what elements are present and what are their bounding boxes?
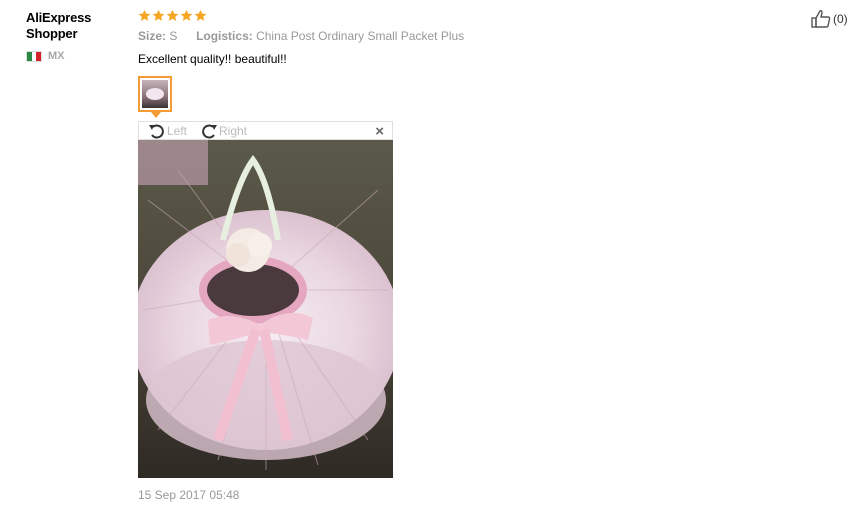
like-count: (0)	[833, 12, 848, 26]
reviewer-country: MX	[26, 50, 65, 62]
star-icon	[180, 9, 193, 21]
rotate-right-icon	[202, 124, 217, 139]
mexico-flag-icon	[26, 50, 42, 62]
like-button[interactable]: (0)	[810, 9, 848, 29]
photo-thumbnail[interactable]	[138, 76, 172, 112]
rotate-left-icon	[149, 124, 164, 139]
rotate-right-label: Right	[219, 124, 248, 138]
review-text: Excellent quality!! beautiful!!	[138, 52, 287, 66]
logistics-label: Logistics:	[196, 29, 253, 43]
thumbs-up-icon	[811, 10, 831, 28]
image-viewer-toolbar: Left Right ×	[138, 121, 393, 140]
rotate-right-button[interactable]: Right	[199, 122, 247, 140]
order-meta: Size: S Logistics: China Post Ordinary S…	[138, 29, 464, 43]
star-icon	[194, 9, 207, 21]
close-icon[interactable]: ×	[375, 123, 384, 140]
reviewer-name: AliExpress Shopper	[26, 10, 92, 41]
star-icon	[138, 9, 151, 21]
logistics-value: China Post Ordinary Small Packet Plus	[256, 29, 465, 43]
star-icon	[166, 9, 179, 21]
rotate-left-button[interactable]: Left	[147, 122, 187, 140]
review-date: 15 Sep 2017 05:48	[138, 488, 240, 502]
review-photo	[138, 140, 393, 478]
thumbnail-pointer	[151, 112, 161, 118]
star-icon	[152, 9, 165, 21]
rotate-left-label: Left	[167, 124, 188, 138]
size-label: Size:	[138, 29, 167, 43]
star-rating	[138, 9, 207, 22]
country-code: MX	[48, 50, 65, 62]
size-value: S	[169, 29, 178, 43]
